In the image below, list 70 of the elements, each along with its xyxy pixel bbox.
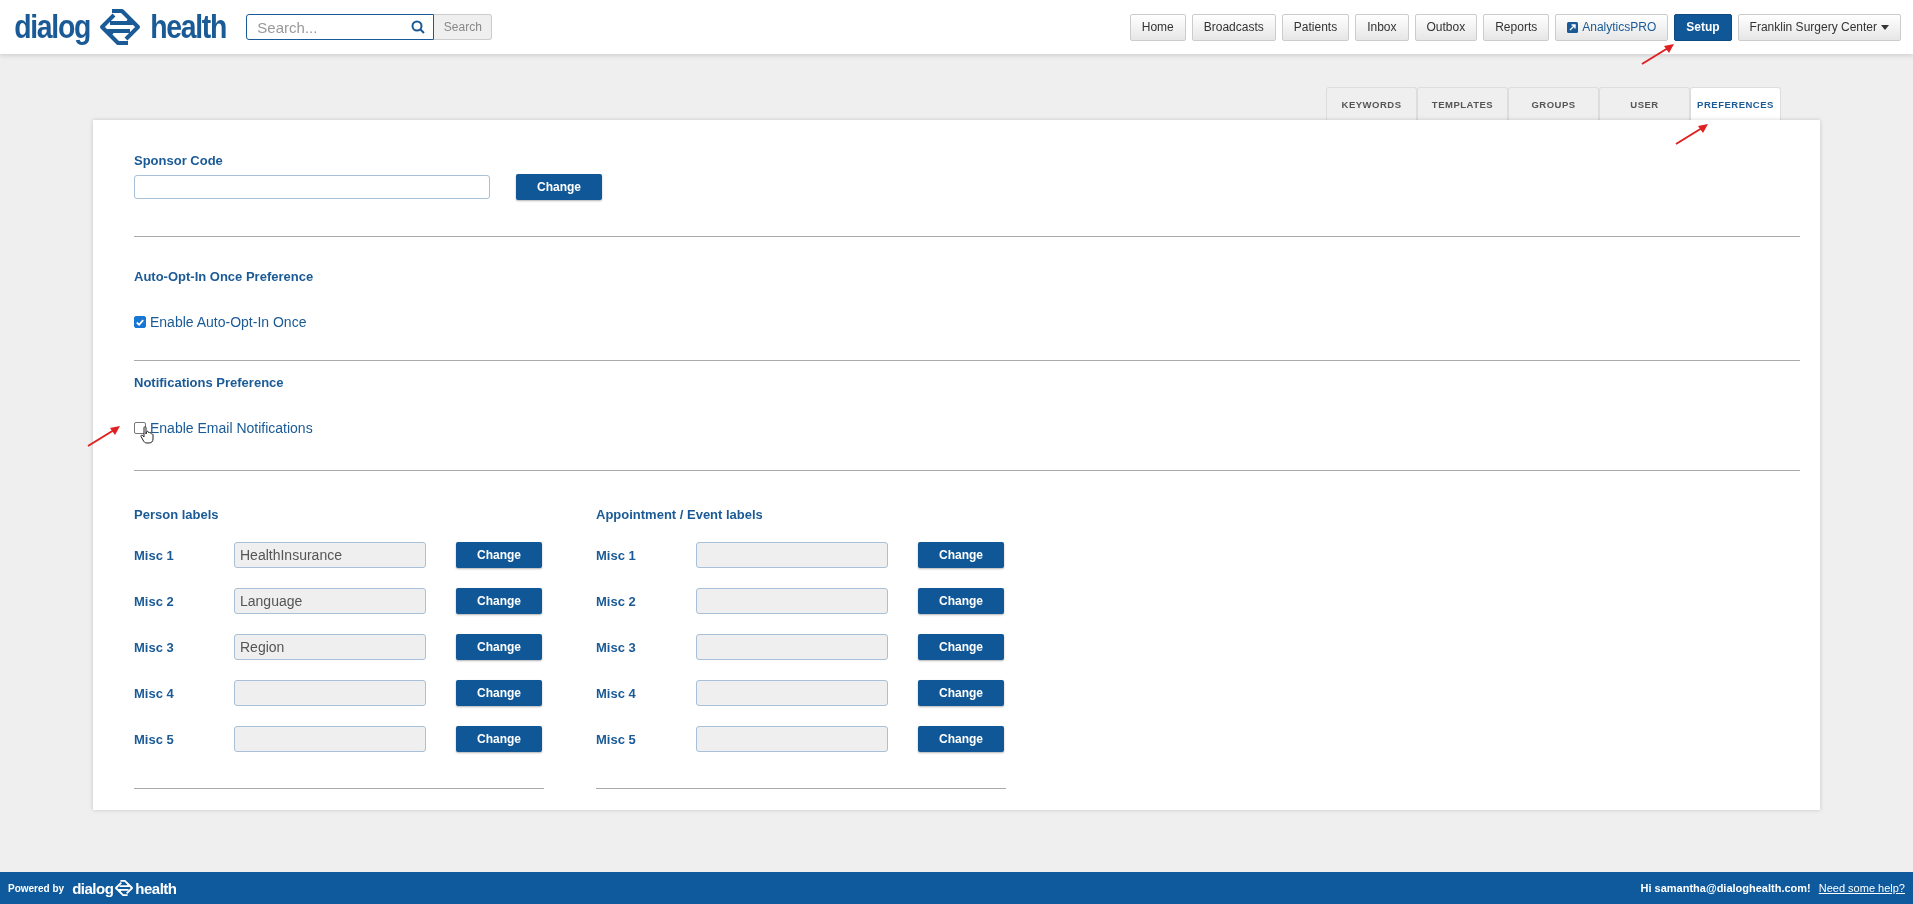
caret-icon: [1881, 24, 1889, 30]
label-field[interactable]: HealthInsurance: [234, 542, 426, 568]
label-field[interactable]: [696, 588, 888, 614]
label-field[interactable]: Region: [234, 634, 426, 660]
change-button[interactable]: Change: [456, 542, 542, 568]
change-button[interactable]: Change: [918, 588, 1004, 614]
change-button[interactable]: Change: [918, 680, 1004, 706]
field-label: Misc 4: [134, 685, 175, 701]
field-label: Misc 5: [596, 731, 637, 747]
logo-text: dialog: [14, 8, 90, 46]
nav-button[interactable]: Inbox: [1355, 13, 1409, 41]
field-label: Misc 4: [596, 685, 637, 701]
annotation-arrow: [86, 424, 122, 448]
field-label: Misc 1: [596, 547, 637, 563]
logo-text: dialog: [72, 879, 114, 897]
checkbox[interactable]: [134, 316, 146, 328]
change-button[interactable]: Change: [516, 174, 602, 200]
logo-arrows-icon: [98, 7, 143, 47]
checkbox-label[interactable]: Enable Auto-Opt-In Once: [150, 314, 307, 330]
change-button[interactable]: Change: [456, 680, 542, 706]
annotation-arrow: [1640, 42, 1676, 66]
powered-by-text: Powered by: [8, 882, 65, 894]
field-label: Misc 2: [596, 593, 637, 609]
label-field[interactable]: Language: [234, 588, 426, 614]
external-link-icon: [1567, 21, 1579, 33]
nav-button[interactable]: Outbox: [1414, 13, 1478, 41]
section-title: Person labels: [134, 507, 220, 522]
logo-arrows-icon: [114, 879, 135, 897]
field-label: Misc 5: [134, 731, 175, 747]
field-label: Misc 2: [134, 593, 175, 609]
section-title: Auto-Opt-In Once Preference: [134, 269, 315, 284]
section-title: Sponsor Code: [134, 153, 224, 168]
nav-button[interactable]: Broadcasts: [1191, 13, 1276, 41]
help-link[interactable]: Need some help?: [1818, 882, 1905, 894]
nav-button[interactable]: AnalyticsPRO: [1555, 13, 1669, 41]
label-field[interactable]: [696, 634, 888, 660]
field-label: Misc 3: [134, 639, 175, 655]
change-button[interactable]: Change: [456, 634, 542, 660]
account-dropdown[interactable]: Franklin Surgery Center: [1737, 13, 1901, 41]
logo-text: health: [150, 8, 227, 46]
nav-button[interactable]: Patients: [1281, 13, 1350, 41]
nav-button[interactable]: Setup: [1674, 13, 1732, 41]
section-title: Notifications Preference: [134, 375, 285, 390]
change-button[interactable]: Change: [918, 634, 1004, 660]
field-label: Misc 3: [596, 639, 637, 655]
tab[interactable]: KEYWORDS: [1326, 87, 1417, 120]
checkbox-label[interactable]: Enable Email Notifications: [150, 420, 313, 436]
change-button[interactable]: Change: [918, 726, 1004, 752]
change-button[interactable]: Change: [918, 542, 1004, 568]
tab[interactable]: TEMPLATES: [1417, 87, 1508, 120]
nav-button[interactable]: Home: [1129, 13, 1186, 41]
tab[interactable]: PREFERENCES: [1690, 87, 1781, 120]
change-button[interactable]: Change: [456, 726, 542, 752]
annotation-arrow: [1674, 122, 1710, 146]
label-field[interactable]: [234, 680, 426, 706]
change-button[interactable]: Change: [456, 588, 542, 614]
sponsor-code-field[interactable]: [134, 175, 490, 199]
search-icon: [411, 20, 426, 34]
section-title: Appointment / Event labels: [596, 507, 764, 522]
tab[interactable]: GROUPS: [1508, 87, 1599, 120]
nav-button[interactable]: Reports: [1483, 13, 1550, 41]
label-field[interactable]: [696, 680, 888, 706]
label-field[interactable]: [234, 726, 426, 752]
tab[interactable]: USER: [1599, 87, 1690, 120]
field-label: Misc 1: [134, 547, 175, 563]
logo-text: health: [135, 879, 177, 897]
search-field[interactable]: Search...: [246, 14, 435, 40]
label-field[interactable]: [696, 542, 888, 568]
greeting-text: Hi samantha@dialoghealth.com!: [1640, 882, 1811, 894]
label-field[interactable]: [696, 726, 888, 752]
